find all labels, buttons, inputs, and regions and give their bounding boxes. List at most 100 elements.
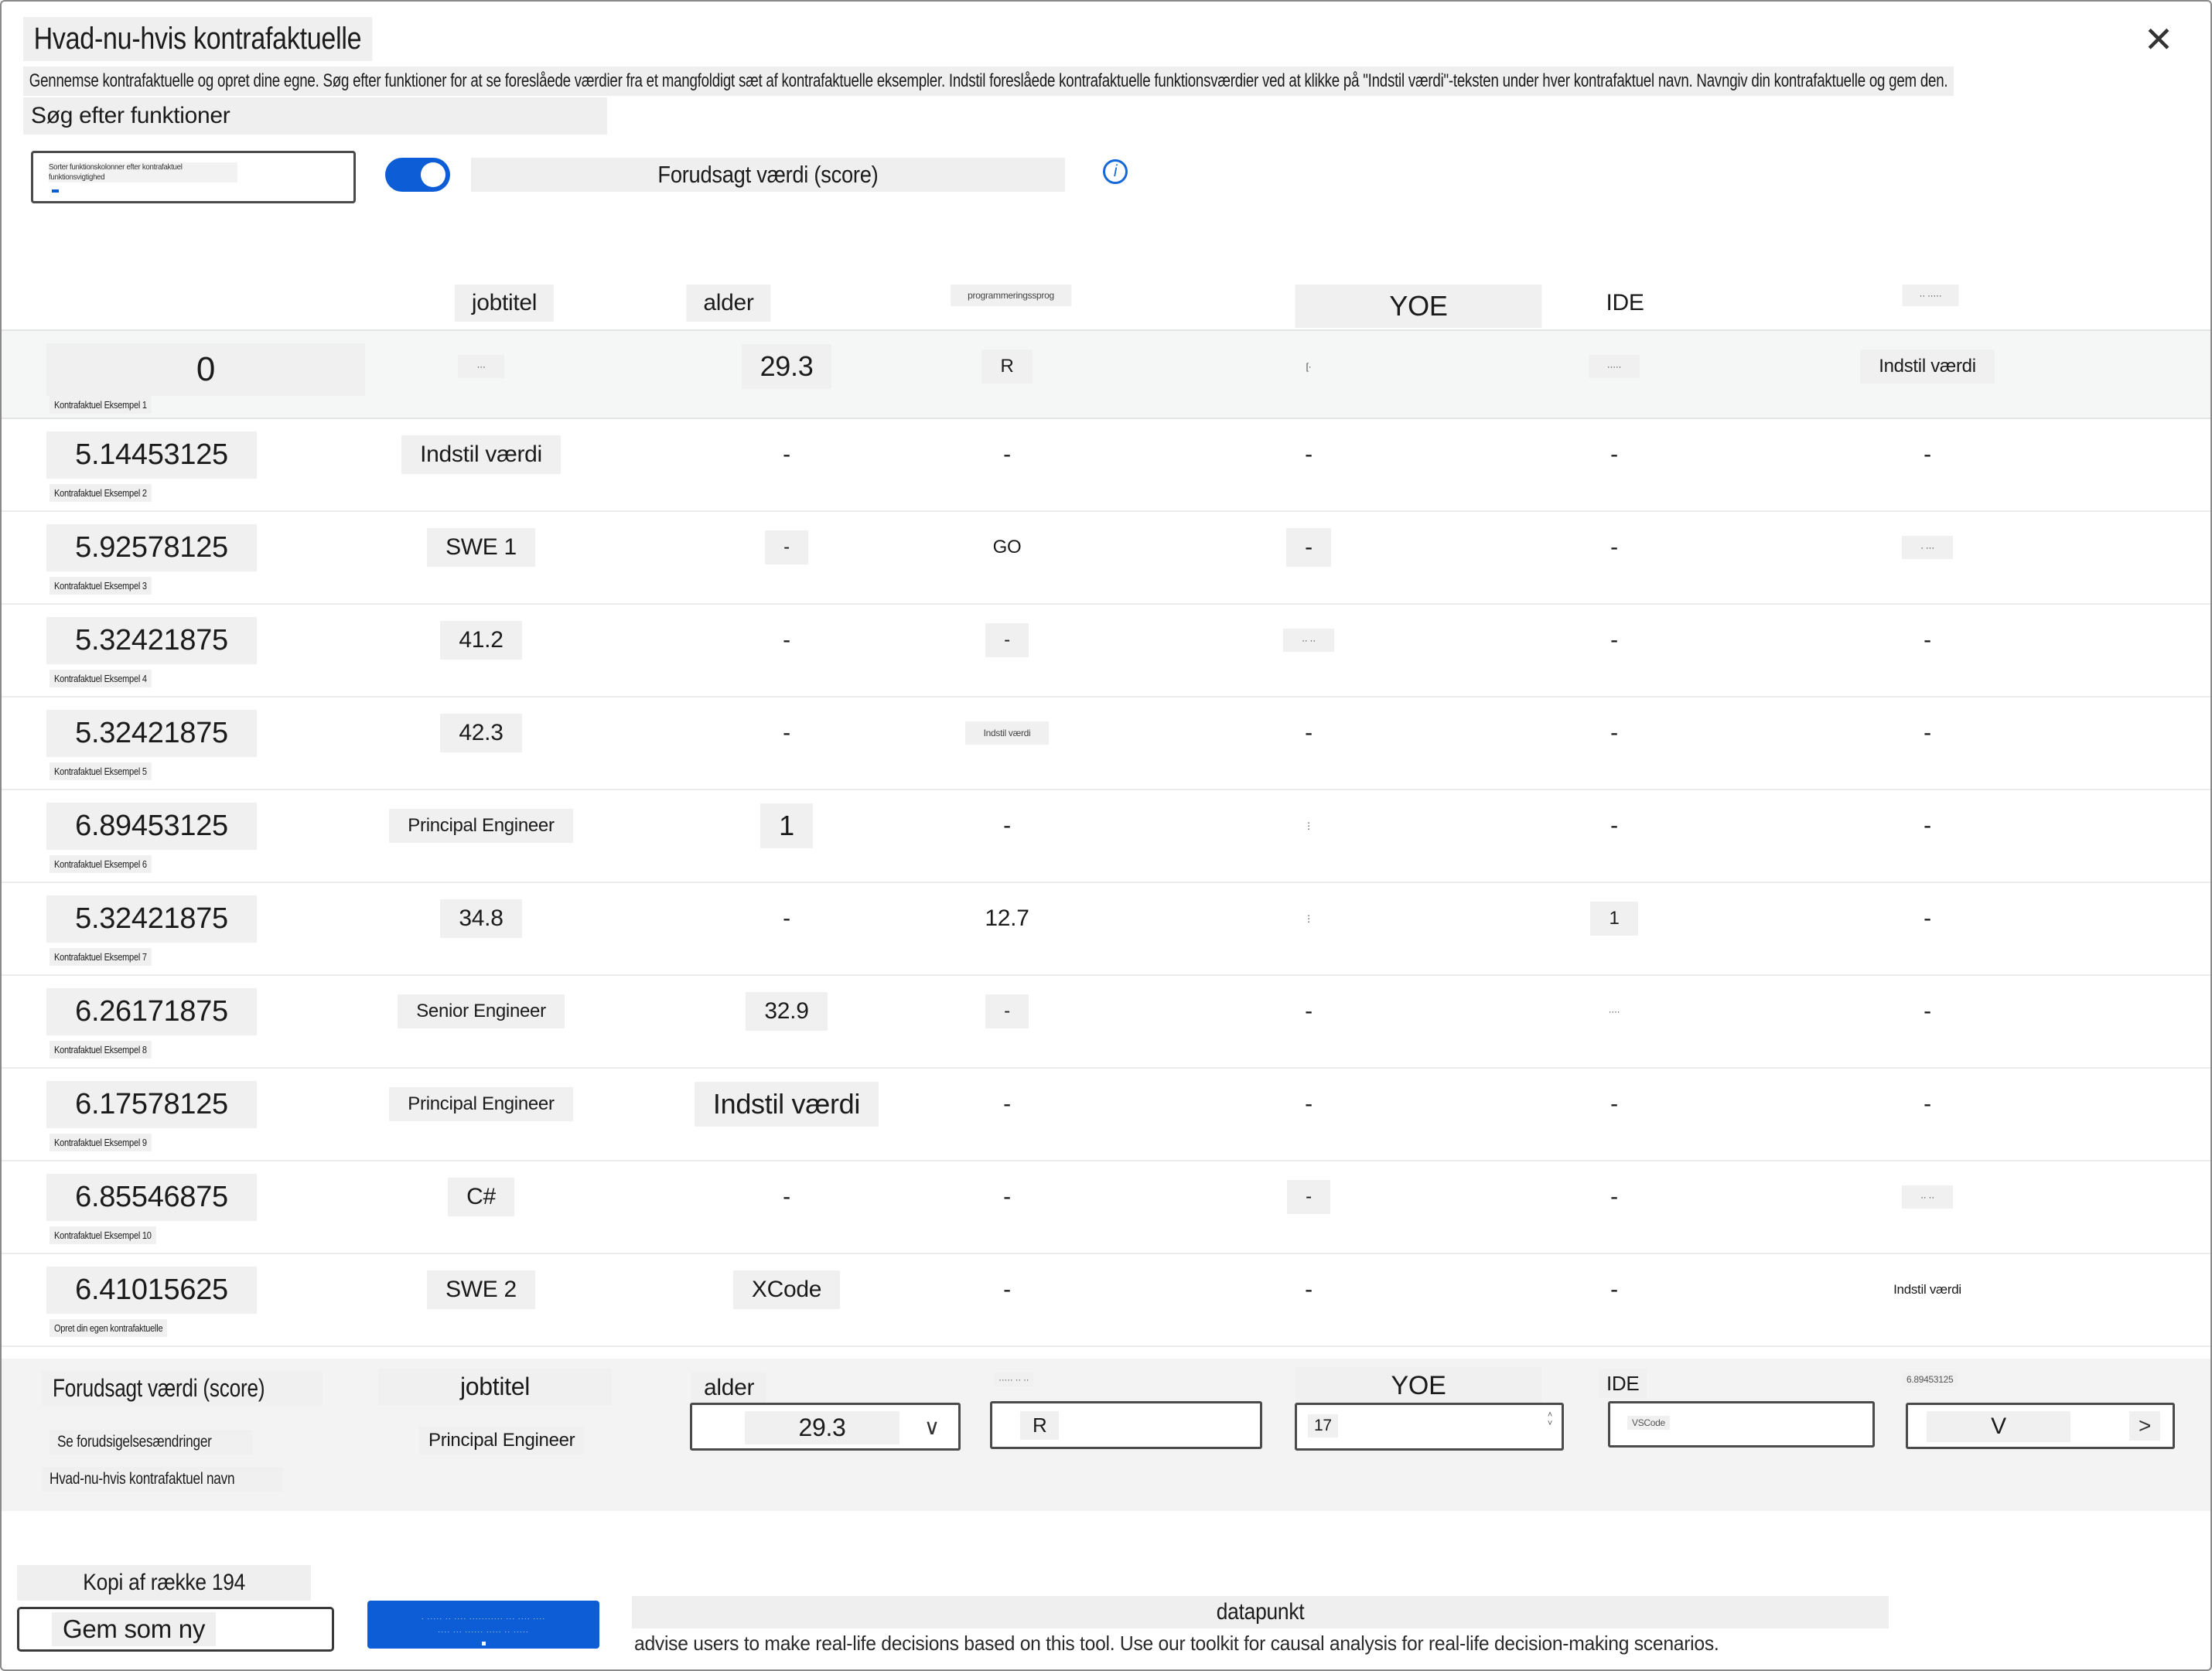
table-row[interactable]: 6.26171875 Kontrafaktuel Eksempel 8 Senior…: [2, 976, 2210, 1069]
row-value: 6.41015625: [46, 1267, 257, 1314]
set-value-link[interactable]: Indstil værdi: [694, 1082, 879, 1127]
table-cell: [·: [1181, 337, 1436, 396]
table-row[interactable]: 0 Kontrafaktuel Eksempel 1 ··· 29.3 R [· ·····…: [2, 329, 2210, 419]
table-row[interactable]: 6.89453125 Kontrafaktuel Eksempel 6 Princi…: [2, 790, 2210, 883]
table-cell: C#: [334, 1168, 628, 1226]
table-row[interactable]: 5.32421875 Kontrafaktuel Eksempel 5 42.3 - I…: [2, 697, 2210, 790]
save-as-new-button[interactable]: Gem som ny: [17, 1607, 334, 1652]
editor-header-ide: IDE: [1599, 1369, 1647, 1398]
spinner-arrows-icon[interactable]: ˄ ˅: [1548, 1411, 1552, 1428]
close-icon[interactable]: ✕: [2144, 19, 2174, 60]
editor-header-lang: ····· ·· ··: [994, 1373, 1034, 1386]
set-value-link[interactable]: Indstil værdi: [1893, 1282, 1961, 1298]
table-cell: -: [899, 982, 1115, 1041]
lang-input[interactable]: R: [990, 1401, 1262, 1449]
predicted-value-toggle[interactable]: [385, 158, 450, 192]
set-value-link[interactable]: Indstil værdi: [401, 435, 561, 474]
cell-value: ·····: [1588, 355, 1640, 378]
chevron-right-icon[interactable]: >: [2128, 1411, 2160, 1441]
table-cell: -: [1800, 1075, 2055, 1134]
yoe-spinner[interactable]: 17 ˄ ˅: [1295, 1403, 1564, 1451]
info-icon[interactable]: i: [1103, 159, 1128, 184]
table-cell: ···: [334, 337, 628, 396]
table-cell: -: [1181, 518, 1436, 577]
table-row[interactable]: 5.32421875 Kontrafaktuel Eksempel 4 41.2 - -…: [2, 605, 2210, 697]
table-cell: 12.7: [899, 889, 1115, 948]
cell-empty: -: [1610, 813, 1618, 838]
cell-empty: -: [1924, 442, 1931, 467]
cell-value: 12.7: [985, 905, 1029, 931]
cell-empty: -: [1610, 1184, 1618, 1209]
table-row[interactable]: 6.41015625 Opret din egen kontrafaktuelle…: [2, 1254, 2210, 1347]
table-row[interactable]: 6.17578125 Kontrafaktuel Eksempel 9 Princi…: [2, 1069, 2210, 1161]
table-row[interactable]: 5.32421875 Kontrafaktuel Eksempel 7 34.8 - 1…: [2, 883, 2210, 976]
column-header-alder: alder: [686, 285, 771, 322]
table-row[interactable]: 5.14453125 Kontrafaktuel Eksempel 2 Indsti…: [2, 419, 2210, 512]
cell-value: SWE 1: [427, 528, 535, 567]
extra-dropdown[interactable]: V >: [1906, 1403, 2175, 1449]
row-value: 6.26171875: [46, 988, 257, 1035]
cell-empty: -: [985, 994, 1029, 1028]
set-value-link[interactable]: Indstil værdi: [964, 721, 1050, 745]
row-value: 5.14453125: [46, 431, 257, 479]
column-header-: ·· ·····: [1902, 285, 1959, 306]
cell-value: Principal Engineer: [389, 809, 573, 843]
row-value: 6.85546875: [46, 1174, 257, 1221]
cell-empty: -: [1924, 1091, 1931, 1117]
ide-input[interactable]: VSCode: [1608, 1401, 1875, 1448]
cell-value: R: [981, 350, 1033, 384]
table-row[interactable]: 6.85546875 Kontrafaktuel Eksempel 10 C# - - -…: [2, 1161, 2210, 1254]
cell-empty: -: [783, 905, 790, 931]
cell-value: ·· ··: [1283, 629, 1334, 652]
row-value: 5.92578125: [46, 524, 257, 571]
table-cell: 41.2: [334, 611, 628, 670]
table-cell: -: [1506, 796, 1722, 855]
cell-empty: -: [1924, 720, 1931, 745]
cell-empty: -: [1924, 905, 1931, 931]
toggle-knob: [421, 162, 445, 187]
row-label: Kontrafaktuel Eksempel 3: [49, 577, 152, 595]
cell-empty: -: [1287, 1180, 1330, 1214]
search-input[interactable]: Sorter funktionskolonner efter kontrafak…: [31, 151, 356, 203]
table-cell: -: [1181, 704, 1436, 762]
table-cell: -: [1506, 704, 1722, 762]
primary-tooltip-button[interactable]: · ····· ·· ···· ··········· ··· ···· ···…: [367, 1601, 599, 1649]
set-value-link[interactable]: Indstil værdi: [1860, 350, 1995, 384]
cell-empty: -: [1286, 528, 1331, 567]
editor-jobtitel-value[interactable]: Principal Engineer: [419, 1427, 585, 1454]
cell-value: 42.3: [440, 714, 522, 752]
row-label: Kontrafaktuel Eksempel 7: [49, 948, 152, 966]
cell-empty: -: [1003, 1277, 1011, 1302]
table-cell: -: [1181, 1260, 1436, 1319]
table-cell: -: [1181, 1075, 1436, 1134]
table-rows: 0 Kontrafaktuel Eksempel 1 ··· 29.3 R [· ·····…: [2, 329, 2210, 1347]
cell-value: [·: [1306, 361, 1312, 372]
cell-empty: -: [1924, 627, 1931, 653]
table-cell: ·····: [1506, 337, 1722, 396]
cell-value: ···: [458, 355, 504, 378]
table-cell: Principal Engineer: [334, 796, 628, 855]
cell-value: 41.2: [440, 621, 522, 660]
row-label[interactable]: Opret din egen kontrafaktuelle: [49, 1319, 168, 1337]
cell-empty: -: [1305, 720, 1313, 745]
table-cell: Indstil værdi: [334, 425, 628, 484]
table-cell: -: [1181, 1168, 1436, 1226]
cell-empty: -: [1924, 813, 1931, 838]
score-column-label: Forudsagt værdi (score): [42, 1371, 323, 1406]
table-cell: -: [1506, 1075, 1722, 1134]
alder-dropdown[interactable]: 29.3 ∨: [690, 1403, 961, 1451]
editor-header-extra: 6.89453125: [1902, 1373, 1958, 1386]
cell-empty: -: [1924, 998, 1931, 1024]
table-row[interactable]: 5.92578125 Kontrafaktuel Eksempel 3 SWE 1 -…: [2, 512, 2210, 605]
table-cell: -: [899, 1075, 1115, 1134]
cell-empty: -: [1003, 813, 1011, 838]
editor-header-alder: alder: [691, 1372, 767, 1404]
table-cell: SWE 2: [334, 1260, 628, 1319]
table-cell: ·· ··: [1181, 611, 1436, 670]
table-header-row: jobtitel alder programmeringssprog YOE IDE ··…: [2, 285, 2210, 328]
row-value: 6.89453125: [46, 803, 257, 850]
cell-empty: -: [1305, 1277, 1313, 1302]
copy-of-row-label: Kopi af række 194: [17, 1565, 311, 1601]
table-cell: SWE 1: [334, 518, 628, 577]
see-prediction-changes-link[interactable]: Se forudsigelsesændringer: [49, 1430, 254, 1454]
